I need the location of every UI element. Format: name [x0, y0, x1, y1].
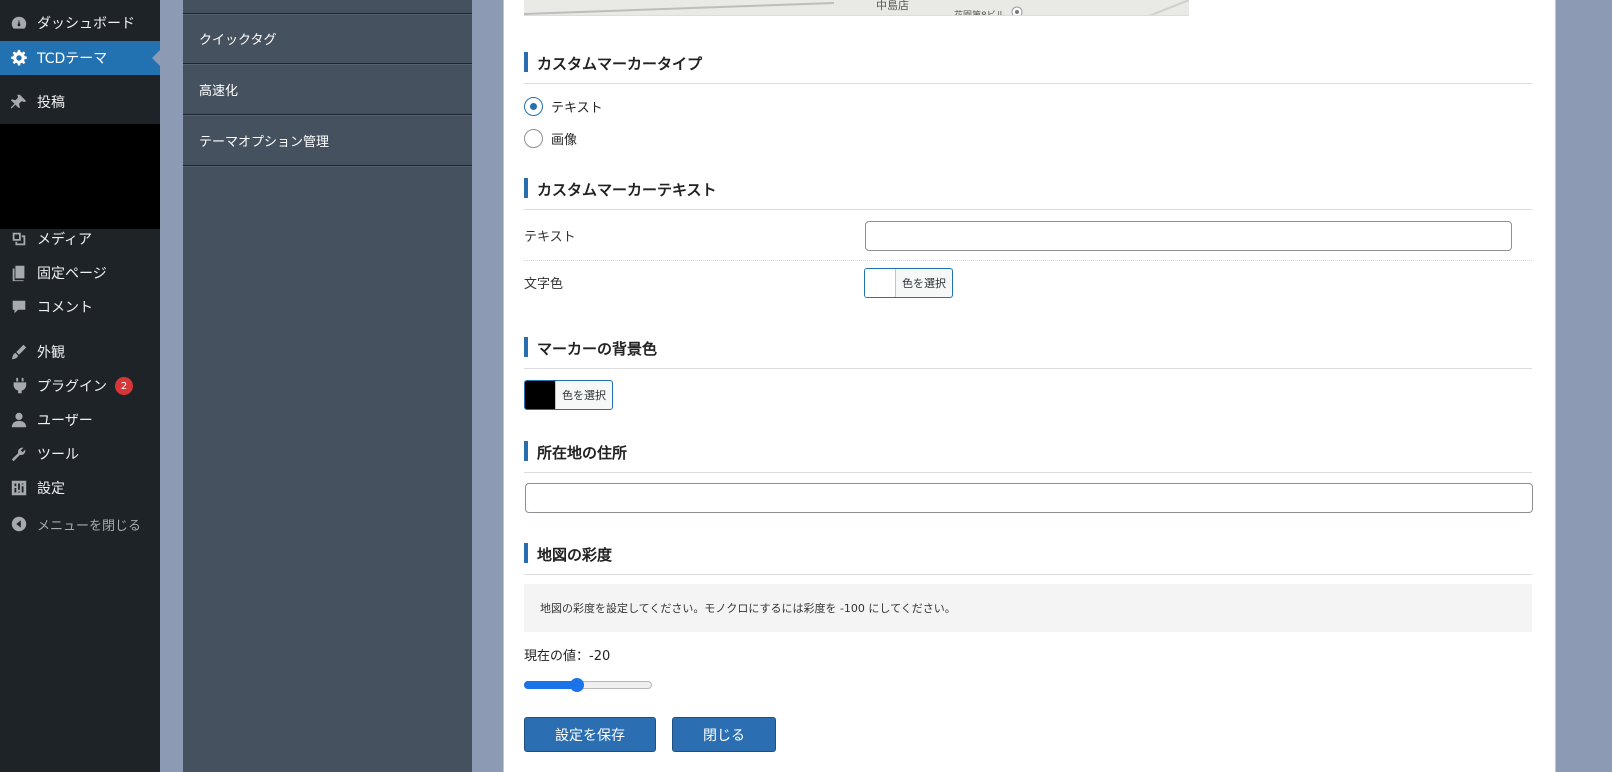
pages-icon	[9, 263, 29, 283]
user-icon	[9, 410, 29, 430]
menu-item-dashboard[interactable]: ダッシュボード	[0, 6, 160, 40]
map-label: 花園第8ビル	[954, 11, 1005, 16]
marker-type-text-option[interactable]: テキスト	[524, 97, 603, 116]
button-label: 設定を保存	[555, 727, 625, 744]
tcd-menu-item-option-manager[interactable]: テーマオプション管理	[183, 116, 472, 166]
section-heading-address: 所在地の住所	[524, 441, 1532, 473]
radio-label: 画像	[551, 133, 578, 148]
menu-item-settings[interactable]: 設定	[0, 471, 160, 505]
settings-card: 中島店 花園第8ビル カスタムマーカータイプ テキスト 画像 カスタムマーカーテ…	[503, 0, 1556, 772]
collapse-icon	[9, 514, 29, 534]
menu-item-users[interactable]: ユーザー	[0, 403, 160, 437]
menu-item-media[interactable]: メディア	[0, 222, 160, 256]
collapse-menu-button[interactable]: メニューを閉じる	[0, 507, 160, 541]
close-button[interactable]: 閉じる	[672, 717, 776, 752]
address-input[interactable]	[525, 483, 1533, 513]
media-icon	[9, 229, 29, 249]
wrench-icon	[9, 444, 29, 464]
text-color-picker-button[interactable]: 色を選択	[864, 268, 953, 298]
gear-icon	[9, 48, 29, 68]
section-heading-text: カスタムマーカーテキスト	[537, 181, 717, 199]
button-label: 閉じる	[703, 727, 745, 744]
section-heading-saturation: 地図の彩度	[524, 543, 1532, 575]
menu-item-label: ユーザー	[37, 413, 93, 429]
comment-icon	[9, 297, 29, 317]
section-heading-text: 所在地の住所	[537, 444, 628, 462]
update-count-badge: 2	[115, 377, 133, 395]
marker-text-label: テキスト	[524, 230, 576, 245]
saturation-slider[interactable]	[524, 678, 654, 692]
menu-item-label: メニューを閉じる	[37, 518, 142, 534]
section-heading-text: 地図の彩度	[537, 546, 613, 564]
menu-item-comments[interactable]: コメント	[0, 290, 160, 324]
menu-item-label: 設定	[37, 481, 65, 497]
text-color-label: 文字色	[524, 277, 564, 292]
tcd-menu-item-label: 高速化	[199, 84, 239, 99]
section-heading-text: カスタムマーカータイプ	[537, 55, 703, 73]
tcd-options-panel: クイックタグ 高速化 テーマオプション管理	[183, 0, 472, 772]
menu-item-label: 外観	[37, 345, 65, 361]
map-label: 中島店	[876, 0, 909, 12]
settings-icon	[9, 478, 29, 498]
menu-item-tools[interactable]: ツール	[0, 437, 160, 471]
pin-icon	[9, 92, 29, 112]
section-heading-marker-type: カスタムマーカータイプ	[524, 52, 1532, 84]
color-button-label: 色を選択	[562, 389, 606, 402]
slider-thumb[interactable]	[569, 678, 584, 692]
brush-icon	[9, 342, 29, 362]
description-text: 地図の彩度を設定してください。モノクロにするには彩度を -100 にしてください…	[540, 602, 956, 615]
radio-button[interactable]	[524, 97, 543, 116]
saturation-description: 地図の彩度を設定してください。モノクロにするには彩度を -100 にしてください…	[524, 584, 1532, 632]
row-divider	[524, 260, 1532, 261]
save-settings-button[interactable]: 設定を保存	[524, 717, 656, 752]
menu-item-label: メディア	[37, 232, 93, 248]
menu-item-appearance[interactable]: 外観	[0, 335, 160, 369]
saturation-current-value: 現在の値：-20	[524, 649, 611, 664]
color-button-label: 色を選択	[902, 277, 946, 290]
menu-item-label: ツール	[37, 447, 79, 463]
radio-button[interactable]	[524, 129, 543, 148]
menu-item-plugins[interactable]: プラグイン 2	[0, 369, 160, 403]
marker-bg-color-picker-button[interactable]: 色を選択	[524, 380, 613, 410]
menu-item-label: プラグイン	[37, 379, 107, 395]
slider-fill	[524, 681, 577, 689]
admin-sidebar: ダッシュボード TCDテーマ 投稿 メディア 固定ページ コメント 外観 プラグ…	[0, 0, 160, 772]
map-preview: 中島店 花園第8ビル	[524, 0, 1189, 16]
tcd-menu-item-hidden	[183, 0, 472, 14]
menu-item-label: 固定ページ	[37, 266, 107, 282]
menu-item-posts[interactable]: 投稿	[0, 85, 160, 119]
dashboard-icon	[9, 13, 29, 33]
section-heading-marker-text: カスタムマーカーテキスト	[524, 178, 1532, 210]
menu-item-label: 投稿	[37, 95, 65, 111]
color-swatch	[865, 269, 896, 297]
tcd-menu-item-label: テーマオプション管理	[199, 135, 330, 150]
menu-item-label: ダッシュボード	[37, 16, 135, 32]
map-preview-roads	[524, 0, 1189, 15]
main-content: 中島店 花園第8ビル カスタムマーカータイプ テキスト 画像 カスタムマーカーテ…	[472, 0, 1612, 772]
black-redaction-block	[0, 124, 160, 229]
menu-item-label: コメント	[37, 300, 93, 316]
menu-item-label: TCDテーマ	[37, 51, 108, 67]
marker-text-input[interactable]	[865, 221, 1512, 251]
tcd-menu-item-quicktag[interactable]: クイックタグ	[183, 14, 472, 64]
color-swatch	[525, 381, 556, 409]
section-heading-text: マーカーの背景色	[537, 340, 658, 358]
plugin-icon	[9, 376, 29, 396]
menu-item-pages[interactable]: 固定ページ	[0, 256, 160, 290]
tcd-menu-item-label: クイックタグ	[199, 33, 277, 48]
marker-type-image-option[interactable]: 画像	[524, 129, 577, 148]
radio-label: テキスト	[551, 101, 603, 116]
menu-item-tcd-theme[interactable]: TCDテーマ	[0, 41, 160, 75]
section-heading-marker-bg: マーカーの背景色	[524, 337, 1532, 369]
tcd-menu-item-speed[interactable]: 高速化	[183, 65, 472, 115]
